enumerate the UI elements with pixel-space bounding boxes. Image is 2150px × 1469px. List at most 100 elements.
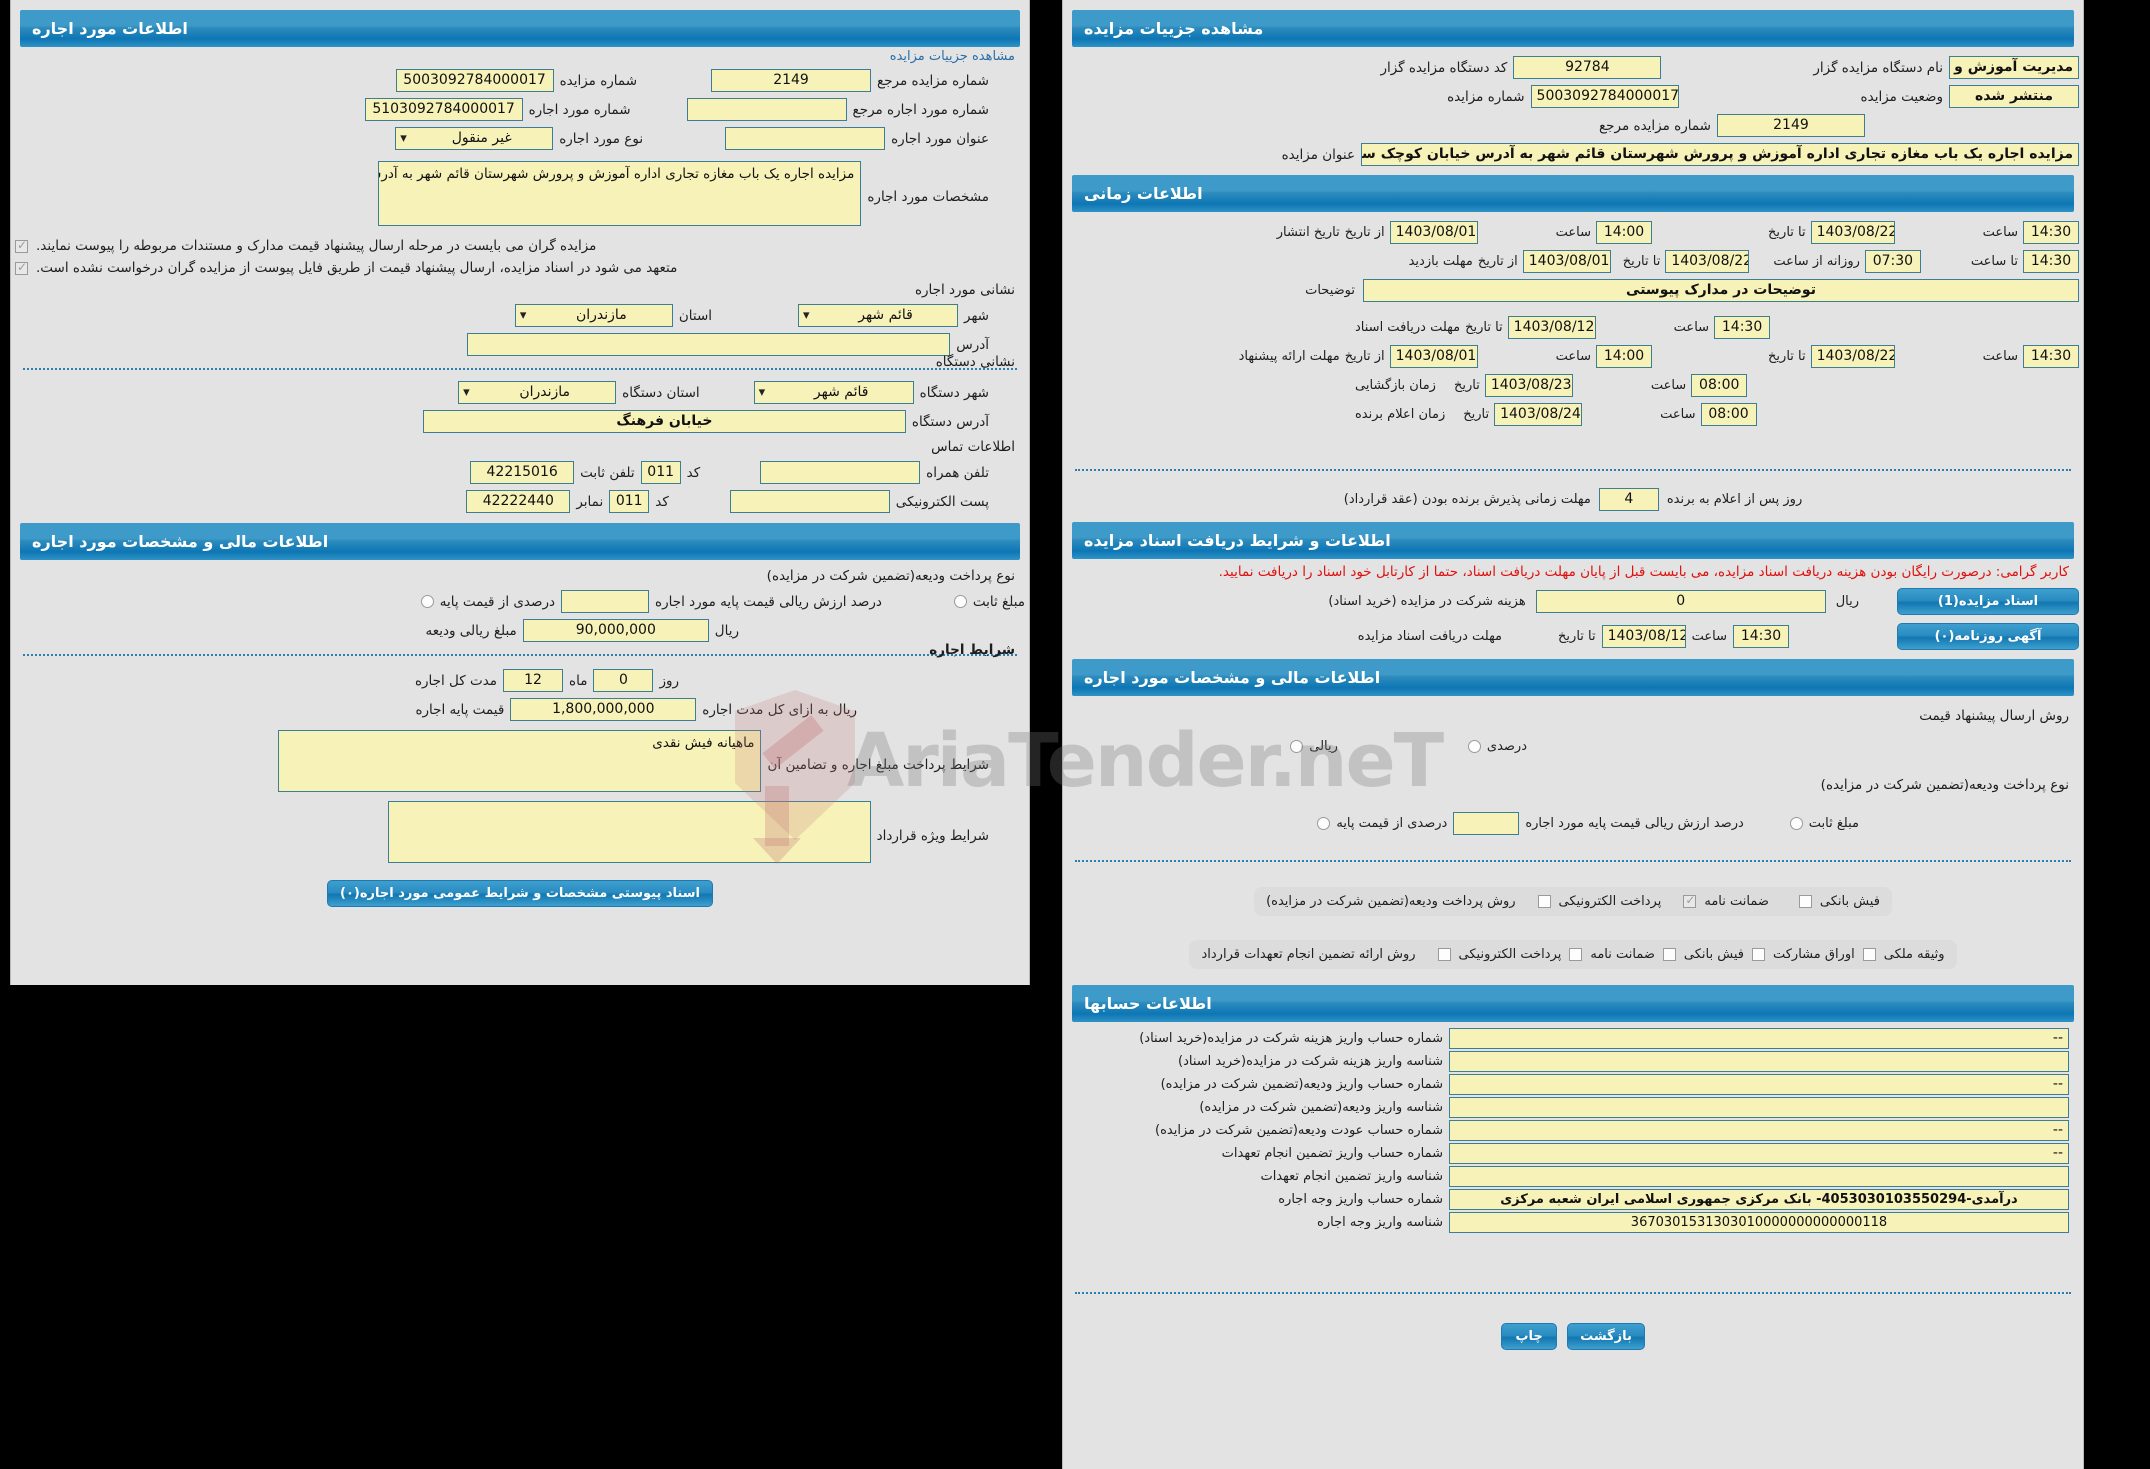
lease-type-select[interactable]: غیر منقول: [395, 127, 554, 150]
account-field-9[interactable]: 3670301531303010000000000000118: [1449, 1212, 2069, 1233]
note-2-checkbox[interactable]: [15, 260, 28, 275]
publish-to-time-field[interactable]: 14:30: [2023, 221, 2079, 244]
winner-time-field[interactable]: 08:00: [1700, 403, 1757, 426]
bid-to-time-field[interactable]: 14:30: [2023, 345, 2079, 368]
guarantee-method-1-checkbox[interactable]: [1437, 948, 1451, 961]
agency-name-field[interactable]: مدیریت آموزش و پرورش ش: [1949, 56, 2079, 79]
phone-code-field[interactable]: 011: [640, 461, 681, 484]
account-field-2[interactable]: [1449, 1051, 2069, 1072]
lease-attachments-button[interactable]: اسناد پیوستی مشخصات و شرایط عمومی مورد ا…: [327, 880, 713, 907]
percent-field[interactable]: [561, 590, 650, 613]
deposit-amount-field[interactable]: 90,000,000: [522, 619, 709, 642]
publish-from-date-field[interactable]: 1403/08/01: [1389, 221, 1478, 244]
mobile-field[interactable]: [760, 461, 921, 484]
note-1-checkbox[interactable]: [15, 238, 28, 253]
lease-province-select[interactable]: مازندران: [514, 304, 673, 327]
payment-terms-field[interactable]: ماهیانه فیش نقدی: [278, 730, 762, 792]
email-field[interactable]: [729, 490, 890, 513]
newspaper-ad-button[interactable]: آگهی روزنامه(۰): [1897, 623, 2079, 650]
publish-to-label: تا تاریخ: [1768, 225, 1806, 240]
deadline-date-field[interactable]: 1403/08/12: [1601, 625, 1686, 648]
bid-rial-radio[interactable]: [1290, 740, 1304, 753]
publish-label: تاریخ انتشار: [1276, 225, 1340, 240]
deadline-time-field[interactable]: 14:30: [1733, 625, 1789, 648]
deposit-type-options-row: مبلغ ثابت درصد ارزش ریالی قیمت پایه مورد…: [11, 587, 1029, 616]
acceptance-days-field[interactable]: 4: [1598, 488, 1659, 511]
guarantee-method-2-checkbox[interactable]: [1569, 948, 1583, 961]
guarantee-method-5-checkbox[interactable]: [1862, 948, 1876, 961]
opening-time-field[interactable]: 08:00: [1691, 374, 1748, 397]
auction-status-field[interactable]: منتشر شده: [1949, 85, 2079, 108]
ref-auction-number-label-right: شماره مزایده مرجع: [1599, 117, 1711, 134]
ref-auction-number-field-right[interactable]: 2149: [1716, 114, 1865, 137]
auction-title-field[interactable]: مزایده اجاره یک باب مغازه تجاری اداره آم…: [1361, 143, 2079, 166]
lease-title-field[interactable]: [725, 127, 886, 150]
base-price-field[interactable]: 1,800,000,000: [510, 698, 697, 721]
percent-of-base-radio[interactable]: [420, 595, 434, 608]
auction-number-label: شماره مزایده: [559, 72, 638, 89]
account-field-4[interactable]: [1449, 1097, 2069, 1118]
special-terms-field[interactable]: [387, 801, 871, 863]
back-button[interactable]: بازگشت: [1567, 1323, 1645, 1350]
deposit-method-1-checkbox[interactable]: [1537, 895, 1551, 908]
visit-to-date-field[interactable]: 1403/08/22: [1665, 250, 1750, 273]
auction-number-label-right: شماره مزایده: [1447, 88, 1525, 105]
bid-to-date-field[interactable]: 1403/08/22: [1810, 345, 1895, 368]
visit-from-date-field[interactable]: 1403/08/01: [1522, 250, 1611, 273]
guarantee-method-3-checkbox[interactable]: [1662, 948, 1676, 961]
guarantee-method-4-checkbox[interactable]: [1751, 948, 1765, 961]
right-financial-header: اطلاعات مالی و مشخصات مورد اجاره: [1072, 659, 2074, 696]
account-field-3[interactable]: --: [1449, 1074, 2069, 1095]
auction-number-field-right[interactable]: 5003092784000017: [1530, 85, 1679, 108]
doc-receipt-date-field[interactable]: 1403/08/12: [1507, 316, 1596, 339]
account-field-7[interactable]: [1449, 1166, 2069, 1187]
desc-field[interactable]: توضیحات در مدارک پیوستی: [1363, 279, 2079, 302]
ref-lease-number-field[interactable]: [686, 98, 847, 121]
lease-city-select[interactable]: قائم شهر: [798, 304, 959, 327]
org-province-select[interactable]: مازندران: [458, 381, 617, 404]
org-address-field[interactable]: خیابان فرهنگ: [422, 410, 906, 433]
account-field-1[interactable]: --: [1449, 1028, 2069, 1049]
view-auction-details-link[interactable]: مشاهده جزییات مزایده: [11, 47, 1029, 66]
lease-address-field[interactable]: [467, 333, 951, 356]
agency-code-field[interactable]: 92784: [1513, 56, 1662, 79]
publish-to-date-field[interactable]: 1403/08/22: [1810, 221, 1895, 244]
account-field-8[interactable]: درآمدی-4053030103550294- بانک مرکزی جمهو…: [1449, 1189, 2069, 1210]
opening-date-field[interactable]: 1403/08/23: [1484, 374, 1573, 397]
visit-daily-to-field[interactable]: 14:30: [2023, 250, 2079, 273]
phone-field[interactable]: 42215016: [470, 461, 575, 484]
winner-date-label: تاریخ: [1463, 407, 1490, 422]
visit-daily-from-field[interactable]: 07:30: [1864, 250, 1921, 273]
doc-receipt-time-field[interactable]: 14:30: [1714, 316, 1771, 339]
print-button[interactable]: چاپ: [1501, 1323, 1558, 1350]
accounts-header: اطلاعات حسابها: [1072, 985, 2074, 1022]
fixed-amount-label: مبلغ ثابت: [972, 593, 1025, 610]
lease-address-label: آدرس: [956, 336, 989, 353]
account-field-5[interactable]: --: [1449, 1120, 2069, 1141]
deposit-method-2-checkbox[interactable]: [1683, 893, 1697, 908]
duration-months-field[interactable]: 12: [503, 669, 564, 692]
auction-number-field[interactable]: 5003092784000017: [395, 69, 554, 92]
right-percent-of-base-radio[interactable]: [1317, 817, 1331, 830]
deposit-method-3-checkbox[interactable]: [1798, 895, 1812, 908]
account-field-6[interactable]: --: [1449, 1143, 2069, 1164]
bid-from-time-field[interactable]: 14:00: [1596, 345, 1653, 368]
publish-from-time-field[interactable]: 14:00: [1596, 221, 1653, 244]
winner-date-field[interactable]: 1403/08/24: [1494, 403, 1583, 426]
auction-documents-button[interactable]: اسناد مزایده(1): [1897, 588, 2079, 615]
ref-auction-number-field[interactable]: 2149: [711, 69, 872, 92]
fax-field[interactable]: 42222440: [466, 490, 571, 513]
bid-from-date-field[interactable]: 1403/08/01: [1389, 345, 1478, 368]
days-unit-label: روز: [659, 672, 679, 689]
fax-code-field[interactable]: 011: [609, 490, 650, 513]
lease-specs-field[interactable]: مزایده اجاره یک باب مغازه تجاری اداره آم…: [378, 161, 862, 226]
bid-percent-radio[interactable]: [1467, 740, 1481, 753]
duration-days-field[interactable]: 0: [593, 669, 654, 692]
cost-field[interactable]: 0: [1535, 590, 1826, 613]
right-fixed-amount-radio[interactable]: [1789, 817, 1803, 830]
org-city-select[interactable]: قائم شهر: [753, 381, 914, 404]
lease-number-field[interactable]: 5103092784000017: [364, 98, 523, 121]
divider-3: [1075, 469, 2071, 471]
fixed-amount-radio[interactable]: [953, 595, 967, 608]
right-percent-field[interactable]: [1453, 812, 1520, 835]
